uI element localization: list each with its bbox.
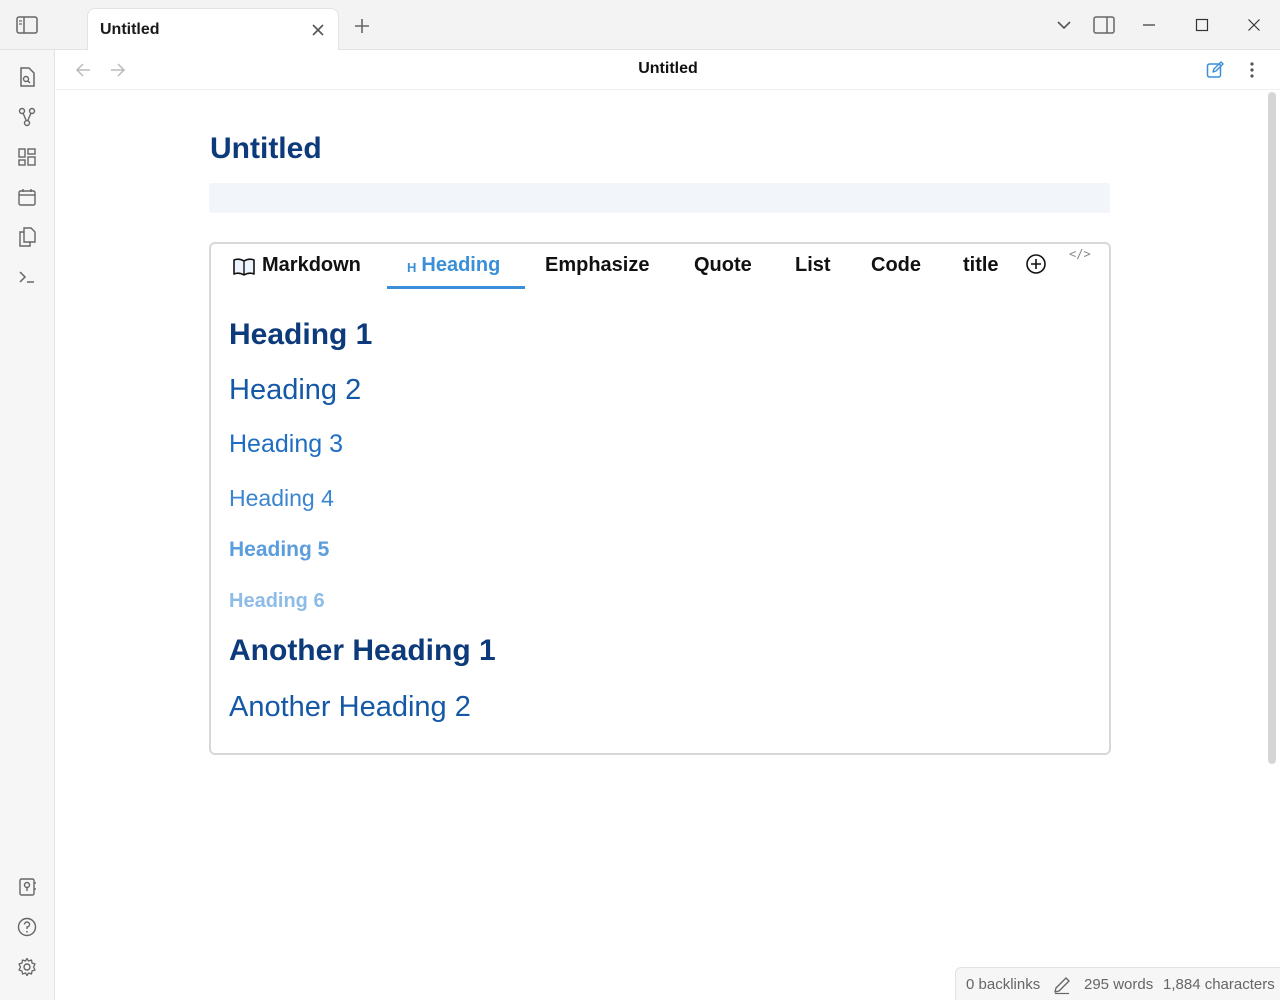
minimize-icon[interactable]: [1137, 13, 1161, 37]
tab-markdown[interactable]: Markdown: [232, 254, 361, 277]
view-title: Untitled: [638, 60, 698, 77]
code-view-icon[interactable]: </>: [1069, 247, 1091, 261]
graph-icon[interactable]: [14, 104, 40, 130]
another-heading-1[interactable]: Another Heading 1: [229, 634, 496, 668]
tab-title: Untitled: [100, 21, 160, 38]
document-title[interactable]: Untitled: [210, 132, 322, 166]
view-header: Untitled: [56, 50, 1280, 90]
heading-6[interactable]: Heading 6: [229, 590, 325, 613]
character-count: 1,884 characters: [1163, 976, 1275, 993]
file-search-icon[interactable]: [14, 64, 40, 90]
terminal-icon[interactable]: [14, 264, 40, 290]
backlinks-count[interactable]: 0 backlinks: [966, 976, 1040, 993]
add-tab-plus-circle-icon[interactable]: [1024, 252, 1048, 276]
properties-bar[interactable]: [209, 183, 1110, 213]
tabs-row: Markdown H Heading Emphasize Quote List …: [211, 244, 1109, 294]
close-icon[interactable]: [308, 20, 328, 40]
tab-title[interactable]: title: [963, 254, 999, 277]
tab-untitled[interactable]: Untitled: [87, 8, 339, 51]
tab-label: Heading: [421, 254, 501, 276]
another-heading-2[interactable]: Another Heading 2: [229, 691, 471, 724]
forward-arrow-icon[interactable]: [106, 58, 130, 82]
tab-code[interactable]: Code: [871, 254, 921, 277]
vault-icon[interactable]: [14, 874, 40, 900]
tab-quote[interactable]: Quote: [694, 254, 752, 277]
tab-list[interactable]: List: [795, 254, 831, 277]
tab-label: Code: [871, 254, 921, 276]
app-window: Untitled Untitled Untitled Markdown H He…: [0, 0, 1280, 1000]
tab-label: Markdown: [262, 254, 361, 276]
book-open-icon: [232, 257, 256, 277]
word-count: 295 words: [1084, 976, 1154, 993]
tab-heading[interactable]: H Heading: [407, 254, 500, 277]
calendar-icon[interactable]: [14, 184, 40, 210]
heading-icon: H: [407, 260, 417, 275]
back-arrow-icon[interactable]: [71, 58, 95, 82]
right-sidebar-toggle-icon[interactable]: [1092, 13, 1116, 37]
title-bar: Untitled: [0, 0, 1280, 51]
heading-2[interactable]: Heading 2: [229, 374, 361, 407]
heading-4[interactable]: Heading 4: [229, 485, 334, 512]
settings-gear-icon[interactable]: [14, 954, 40, 980]
heading-1[interactable]: Heading 1: [229, 318, 372, 352]
window-close-icon[interactable]: [1242, 13, 1266, 37]
pencil-icon[interactable]: [1052, 975, 1072, 995]
tab-label: Quote: [694, 254, 752, 276]
new-tab-plus-icon[interactable]: [350, 14, 374, 38]
more-options-icon[interactable]: [1240, 58, 1264, 82]
status-bar: 0 backlinks 295 words 1,884 characters: [955, 967, 1280, 1000]
sidebar-toggle-icon[interactable]: [15, 14, 39, 36]
tabs-widget: Markdown H Heading Emphasize Quote List …: [209, 242, 1111, 755]
heading-3[interactable]: Heading 3: [229, 430, 343, 459]
edit-mode-icon[interactable]: [1203, 58, 1227, 82]
tab-label: title: [963, 254, 999, 276]
maximize-icon[interactable]: [1190, 13, 1214, 37]
active-tab-indicator: [387, 286, 525, 289]
copy-icon[interactable]: [14, 224, 40, 250]
scrollbar[interactable]: [1268, 92, 1276, 764]
dashboard-icon[interactable]: [14, 144, 40, 170]
heading-5[interactable]: Heading 5: [229, 538, 329, 562]
left-ribbon: [0, 50, 55, 1000]
tab-emphasize[interactable]: Emphasize: [545, 254, 649, 277]
tab-label: List: [795, 254, 831, 276]
tab-label: Emphasize: [545, 254, 650, 276]
help-icon[interactable]: [14, 914, 40, 940]
chevron-down-icon[interactable]: [1052, 13, 1076, 37]
